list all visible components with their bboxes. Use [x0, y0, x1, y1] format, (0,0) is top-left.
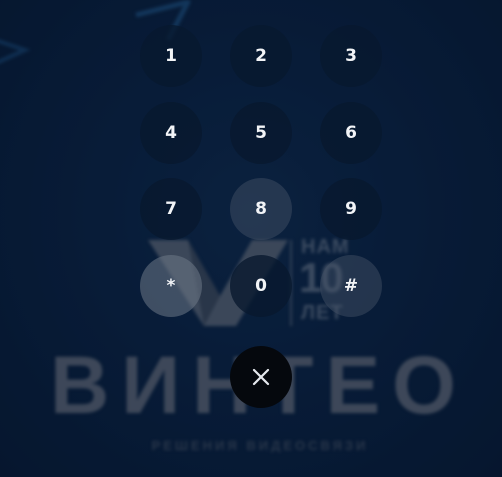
- key-star[interactable]: *: [140, 255, 202, 317]
- key-6[interactable]: 6: [320, 102, 382, 164]
- key-0[interactable]: 0: [230, 255, 292, 317]
- key-9[interactable]: 9: [320, 178, 382, 240]
- key-1[interactable]: 1: [140, 25, 202, 87]
- dial-keypad: 1 2 3 4 5 6 7 8 9 * 0 #: [0, 0, 502, 477]
- key-hash[interactable]: #: [320, 255, 382, 317]
- key-5[interactable]: 5: [230, 102, 292, 164]
- call-screen: НАМ 10 ЛЕТ ВИНТЕО РЕШЕНИЯ ВИДЕОСВЯЗИ 1 2…: [0, 0, 502, 477]
- key-4[interactable]: 4: [140, 102, 202, 164]
- close-keypad-button[interactable]: [230, 346, 292, 408]
- key-8[interactable]: 8: [230, 178, 292, 240]
- key-7[interactable]: 7: [140, 178, 202, 240]
- key-2[interactable]: 2: [230, 25, 292, 87]
- close-icon: [252, 368, 270, 386]
- key-3[interactable]: 3: [320, 25, 382, 87]
